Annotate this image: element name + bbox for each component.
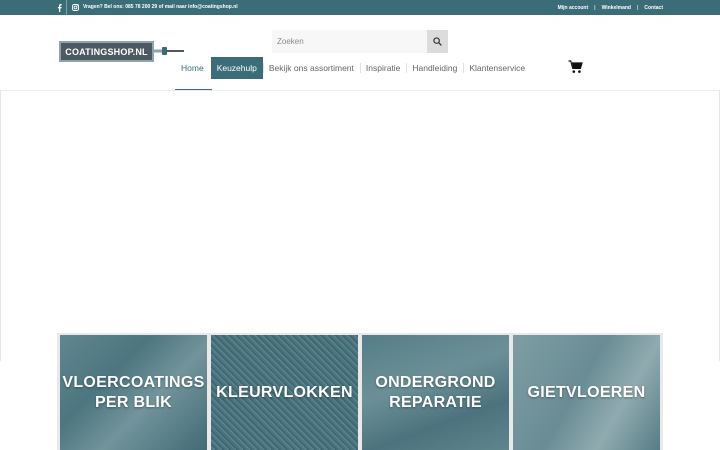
category-tile-gietvloeren[interactable]: GIETVLOEREN [513,335,660,450]
nav-item-keuzehulp[interactable]: Keuzehulp [210,57,263,79]
cart-icon [568,60,583,73]
account-links: Mijn account | Winkelmand | Contact [558,0,663,15]
site-logo[interactable]: COATINGSHOP.NL [59,40,186,64]
search-input[interactable] [272,30,426,53]
nav-item-inspiratie[interactable]: Inspiratie [359,57,407,79]
contact-link[interactable]: Contact [644,5,663,11]
tile-caption: VLOERCOATINGS PER BLIK [60,335,207,450]
category-tile-kleurvlokken[interactable]: KLEURVLOKKEN [211,335,358,450]
tile-label-kleurvlokken: KLEURVLOKKEN [216,383,353,401]
tile-label-vloercoatings: VLOERCOATINGS PER BLIK [62,373,205,411]
my-account-link[interactable]: Mijn account [558,5,589,11]
category-tile-ondergrond-reparatie[interactable]: ONDERGROND REPARATIE [362,335,509,450]
divider: | [636,4,639,11]
search-icon [433,37,442,46]
tile-caption: GIETVLOEREN [513,335,660,450]
instagram-icon[interactable] [69,0,82,15]
search-button[interactable] [427,30,448,53]
top-bar: Vragen? Bel ons: 085 78 200 29 of mail n… [0,0,720,15]
nav-item-klantenservice[interactable]: Klantenservice [463,57,531,79]
main-navigation: Home Keuzehulp Bekijk ons assortiment In… [175,57,531,79]
tile-label-ondergrond-reparatie: ONDERGROND REPARATIE [375,373,496,411]
logo-text: COATINGSHOP.NL [59,41,154,62]
category-tile-vloercoatings[interactable]: VLOERCOATINGS PER BLIK [60,335,207,450]
tile-caption: KLEURVLOKKEN [211,335,358,450]
hero-banner [0,91,720,361]
contact-info-text: Vragen? Bel ons: 085 78 200 29 of mail n… [83,4,238,10]
tile-caption: ONDERGROND REPARATIE [362,335,509,450]
facebook-icon[interactable] [53,0,67,15]
shopping-cart-link[interactable]: Winkelmand [602,5,631,11]
paint-roller-icon [154,47,184,55]
nav-item-handleiding[interactable]: Handleiding [406,57,463,79]
divider: | [594,4,596,11]
cart-button[interactable] [568,60,583,74]
nav-item-assortiment[interactable]: Bekijk ons assortiment [262,57,360,79]
search-bar [272,30,448,53]
tile-label-gietvloeren: GIETVLOEREN [527,383,646,401]
nav-item-home[interactable]: Home [175,57,211,79]
hero-edge-left [0,91,1,361]
